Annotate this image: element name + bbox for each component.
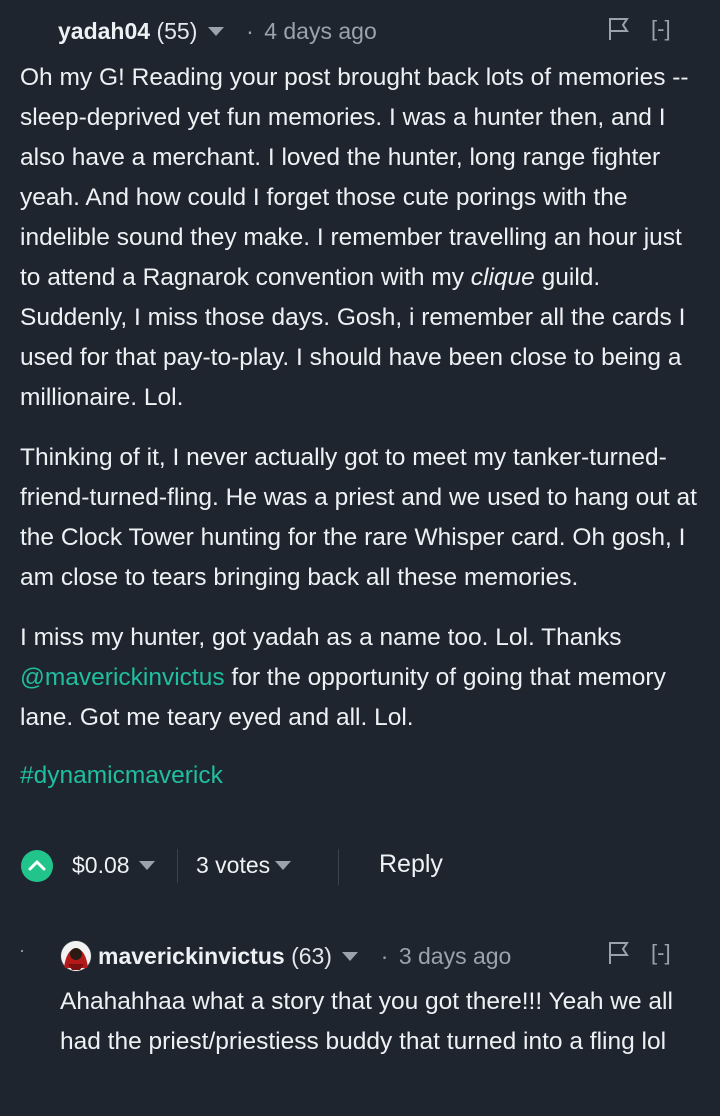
flag-icon[interactable] xyxy=(608,17,630,41)
chevron-down-icon[interactable] xyxy=(275,861,291,870)
author-reputation: (55) xyxy=(156,18,198,44)
chevron-down-icon[interactable] xyxy=(342,951,359,961)
collapse-toggle[interactable]: [-] xyxy=(651,938,671,968)
collapse-toggle[interactable]: [-] xyxy=(651,14,671,44)
thread-dot: · xyxy=(19,940,25,960)
text-span: Oh my G! Reading your post brought back … xyxy=(20,64,689,291)
italic-text: clique xyxy=(470,264,535,291)
comment-paragraph: Oh my G! Reading your post brought back … xyxy=(20,58,705,418)
divider xyxy=(177,849,178,883)
author-name[interactable]: maverickinvictus xyxy=(98,943,285,969)
avatar[interactable] xyxy=(60,940,92,972)
avatar-image xyxy=(61,941,91,971)
timestamp[interactable]: 4 days ago xyxy=(264,18,377,44)
reply-body: Ahahahhaa what a story that you got ther… xyxy=(60,982,700,1062)
votes-count[interactable]: 3 votes xyxy=(196,850,270,880)
divider xyxy=(338,849,339,885)
reply-paragraph: Ahahahhaa what a story that you got ther… xyxy=(60,988,673,1055)
comment-body: Oh my G! Reading your post brought back … xyxy=(20,58,705,796)
comment-paragraph: I miss my hunter, got yadah as a name to… xyxy=(20,618,705,738)
payout-amount[interactable]: $0.08 xyxy=(72,850,130,880)
author-name[interactable]: yadah04 xyxy=(58,18,150,44)
reply-button[interactable]: Reply xyxy=(379,849,443,879)
chevron-down-icon[interactable] xyxy=(139,861,155,870)
reply-header: maverickinvictus (63) · 3 days ago xyxy=(98,941,511,971)
chevron-down-icon[interactable] xyxy=(207,26,224,36)
flag-icon[interactable] xyxy=(608,941,630,965)
author-reputation: (63) xyxy=(291,943,332,969)
separator-dot: · xyxy=(246,18,254,44)
separator-dot: · xyxy=(380,943,389,969)
text-span: I miss my hunter, got yadah as a name to… xyxy=(20,624,622,651)
hashtag-link[interactable]: #dynamicmaverick xyxy=(20,762,223,789)
upvote-button[interactable] xyxy=(21,850,53,882)
hashtag-paragraph: #dynamicmaverick xyxy=(20,756,705,796)
timestamp[interactable]: 3 days ago xyxy=(399,943,512,969)
comment-paragraph: Thinking of it, I never actually got to … xyxy=(20,444,697,591)
user-mention-link[interactable]: @maverickinvictus xyxy=(20,664,225,691)
upvote-chevron-icon xyxy=(28,860,46,871)
comment-header: yadah04 (55) · 4 days ago xyxy=(58,16,377,46)
